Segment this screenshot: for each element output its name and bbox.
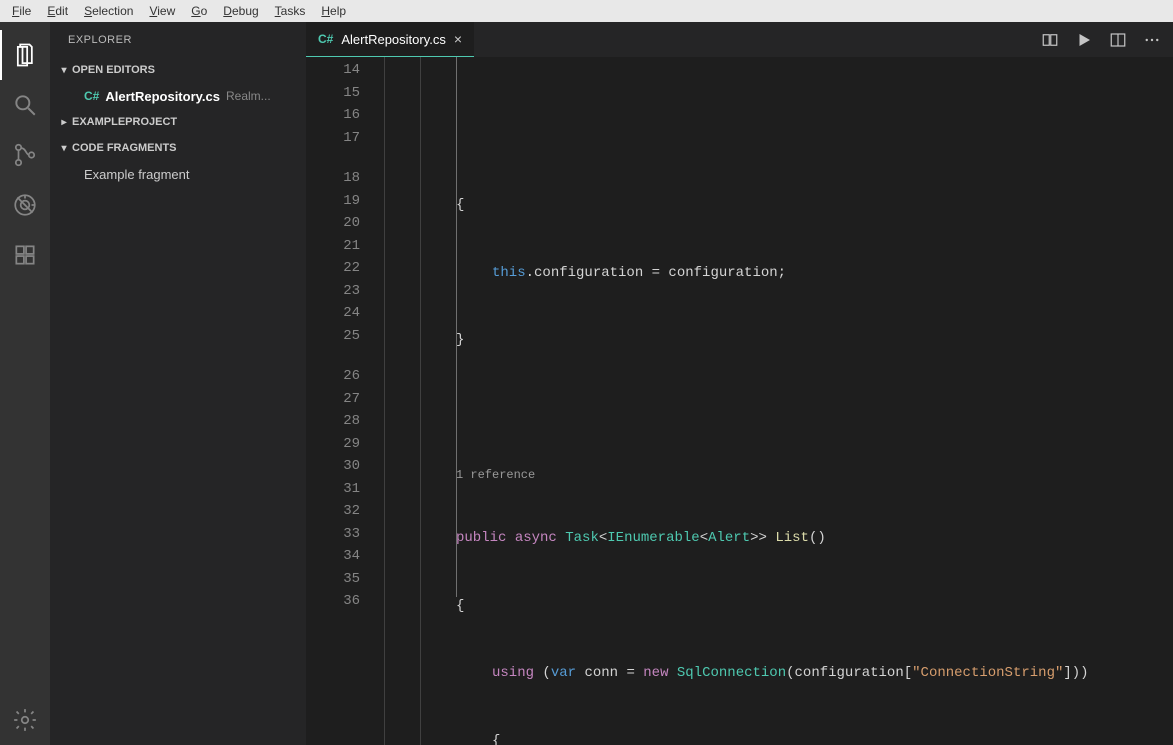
activity-settings-icon[interactable] bbox=[0, 695, 50, 745]
fragment-item[interactable]: Example fragment bbox=[50, 161, 306, 187]
editor-group: C# AlertRepository.cs × bbox=[306, 22, 1173, 745]
csharp-icon: C# bbox=[84, 89, 99, 103]
sidebar: EXPLORER ▾ OPEN EDITORS C# AlertReposito… bbox=[50, 22, 306, 745]
activity-scm-icon[interactable] bbox=[0, 130, 50, 180]
section-label: EXAMPLEPROJECT bbox=[72, 116, 177, 128]
main: EXPLORER ▾ OPEN EDITORS C# AlertReposito… bbox=[0, 22, 1173, 745]
code-content[interactable]: { this.configuration = configuration; } … bbox=[384, 57, 1173, 745]
activity-explorer-icon[interactable] bbox=[0, 30, 50, 80]
chevron-down-icon: ▾ bbox=[56, 65, 72, 76]
sidebar-title: EXPLORER bbox=[50, 22, 306, 57]
split-editor-icon[interactable] bbox=[1109, 31, 1127, 49]
tab-bar: C# AlertRepository.cs × bbox=[306, 22, 1173, 57]
activity-debug-icon[interactable] bbox=[0, 180, 50, 230]
fragment-name: Example fragment bbox=[84, 167, 190, 182]
chevron-down-icon: ▾ bbox=[56, 143, 72, 154]
csharp-icon: C# bbox=[318, 32, 333, 46]
menu-help[interactable]: Help bbox=[313, 2, 354, 20]
file-name: AlertRepository.cs bbox=[105, 89, 220, 104]
tab-label: AlertRepository.cs bbox=[341, 32, 446, 47]
codelens[interactable]: 1 reference bbox=[384, 464, 1173, 482]
activity-bar bbox=[0, 22, 50, 745]
section-label: CODE FRAGMENTS bbox=[72, 142, 177, 154]
line-number-gutter: 14 15 16 17 18 19 20 21 22 23 24 25 26 2… bbox=[306, 57, 384, 745]
menubar: File Edit Selection View Go Debug Tasks … bbox=[0, 0, 1173, 22]
more-icon[interactable] bbox=[1143, 31, 1161, 49]
close-icon[interactable]: × bbox=[454, 31, 462, 47]
section-open-editors[interactable]: ▾ OPEN EDITORS bbox=[50, 57, 306, 83]
chevron-right-icon: ▸ bbox=[56, 117, 72, 128]
editor-actions bbox=[1041, 22, 1173, 57]
menu-edit[interactable]: Edit bbox=[39, 2, 76, 20]
menu-view[interactable]: View bbox=[141, 2, 183, 20]
menu-tasks[interactable]: Tasks bbox=[267, 2, 314, 20]
activity-extensions-icon[interactable] bbox=[0, 230, 50, 280]
section-project[interactable]: ▸ EXAMPLEPROJECT bbox=[50, 109, 306, 135]
open-editor-item[interactable]: C# AlertRepository.cs Realm... bbox=[50, 83, 306, 109]
menu-go[interactable]: Go bbox=[183, 2, 215, 20]
tab-alertrepository[interactable]: C# AlertRepository.cs × bbox=[306, 22, 474, 57]
run-icon[interactable] bbox=[1075, 31, 1093, 49]
code-editor[interactable]: 14 15 16 17 18 19 20 21 22 23 24 25 26 2… bbox=[306, 57, 1173, 745]
menu-selection[interactable]: Selection bbox=[76, 2, 141, 20]
compare-icon[interactable] bbox=[1041, 31, 1059, 49]
section-label: OPEN EDITORS bbox=[72, 64, 155, 76]
file-path-suffix: Realm... bbox=[226, 89, 271, 103]
activity-search-icon[interactable] bbox=[0, 80, 50, 130]
section-code-fragments[interactable]: ▾ CODE FRAGMENTS bbox=[50, 135, 306, 161]
menu-file[interactable]: File bbox=[4, 2, 39, 20]
menu-debug[interactable]: Debug bbox=[215, 2, 266, 20]
